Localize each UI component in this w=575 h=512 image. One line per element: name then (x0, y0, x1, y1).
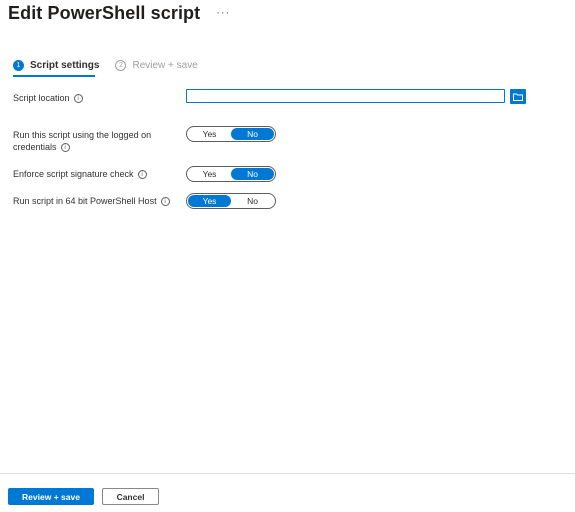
info-icon[interactable]: i (73, 94, 83, 104)
header: Edit PowerShell script ··· (8, 3, 230, 24)
tab-script-settings[interactable]: 1 Script settings (13, 60, 99, 71)
run-64bit-toggle[interactable]: Yes No (186, 193, 276, 209)
signature-check-toggle[interactable]: Yes No (186, 166, 276, 182)
run-64bit-no[interactable]: No (231, 195, 274, 207)
browse-folder-button[interactable] (510, 89, 526, 104)
run-as-logged-on-label: Run this script using the logged on cred… (13, 129, 151, 153)
script-location-label: Script location i (13, 92, 83, 104)
review-save-button[interactable]: Review + save (8, 488, 94, 505)
active-step-underline (13, 75, 95, 77)
script-location-label-text: Script location (13, 93, 70, 103)
step-number-1: 1 (13, 60, 24, 71)
step-label-script-settings: Script settings (30, 60, 100, 71)
footer-divider (0, 473, 575, 474)
run-as-logged-on-label-line1: Run this script using the logged on (13, 130, 152, 140)
tab-review-save[interactable]: 2 Review + save (115, 60, 198, 71)
run-as-logged-on-no[interactable]: No (231, 128, 274, 140)
page-title: Edit PowerShell script (8, 3, 201, 23)
signature-check-label: Enforce script signature check i (13, 168, 147, 180)
info-icon[interactable]: i (160, 197, 170, 207)
folder-icon (513, 93, 523, 101)
run-64bit-yes[interactable]: Yes (188, 195, 231, 207)
run-as-logged-on-yes[interactable]: Yes (188, 128, 231, 140)
run-as-logged-on-toggle[interactable]: Yes No (186, 126, 276, 142)
signature-check-yes[interactable]: Yes (188, 168, 231, 180)
info-icon[interactable]: i (137, 170, 147, 180)
wizard-steps: 1 Script settings 2 Review + save (13, 60, 198, 71)
step-number-2: 2 (115, 60, 127, 71)
signature-check-label-text: Enforce script signature check (13, 169, 134, 179)
cancel-button[interactable]: Cancel (102, 488, 159, 505)
run-64bit-label-text: Run script in 64 bit PowerShell Host (13, 196, 157, 206)
run-as-logged-on-label-line2: credentials (13, 142, 57, 152)
signature-check-no[interactable]: No (231, 168, 274, 180)
script-location-input[interactable] (186, 89, 505, 103)
run-64bit-label: Run script in 64 bit PowerShell Host i (13, 195, 170, 207)
step-label-review-save: Review + save (132, 60, 198, 71)
info-icon[interactable]: i (60, 143, 70, 153)
more-options-button[interactable]: ··· (216, 7, 230, 19)
